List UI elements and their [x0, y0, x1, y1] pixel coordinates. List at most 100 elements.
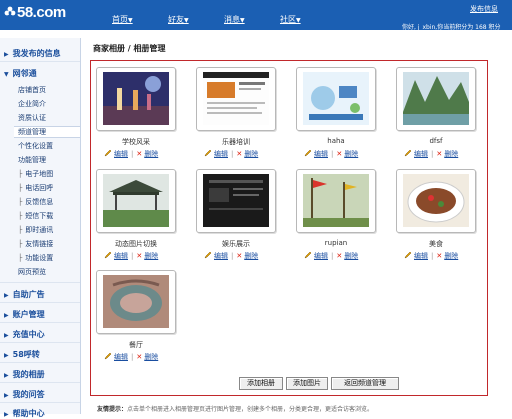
- sidebar-section-wanglintong[interactable]: ▼ 网邻通: [4, 68, 37, 79]
- album-title: haha: [327, 137, 345, 145]
- album-image: [403, 174, 469, 227]
- edit-link[interactable]: 编辑: [314, 252, 328, 260]
- breadcrumb: 商家相册 / 相册管理: [93, 44, 166, 53]
- sidebar-sub-im[interactable]: ├ 即时通讯: [18, 225, 53, 235]
- add-album-button[interactable]: 添加相册: [239, 377, 283, 390]
- arrow-right-icon: ▶: [4, 292, 9, 299]
- chevron-down-icon: ▼: [240, 17, 245, 24]
- edit-link[interactable]: 编辑: [214, 150, 228, 158]
- album-thumbnail[interactable]: [96, 270, 176, 334]
- arrow-right-icon: ▶: [4, 372, 9, 379]
- sidebar-section-my-album[interactable]: ▶ 我的相册: [4, 369, 45, 380]
- album-image: [303, 174, 369, 227]
- album-actions: 编辑 | ✕ 删除: [204, 149, 284, 159]
- site-logo[interactable]: 58.com: [4, 4, 66, 21]
- album-actions: 编辑 | ✕ 删除: [104, 352, 184, 362]
- sidebar-sub-map[interactable]: ├ 电子地图: [18, 169, 53, 179]
- sidebar-sub-feedback[interactable]: ├ 反馈信息: [18, 197, 53, 207]
- edit-link[interactable]: 编辑: [114, 252, 128, 260]
- divider: [0, 402, 80, 403]
- album-actions: 编辑 | ✕ 删除: [104, 251, 184, 261]
- delete-link[interactable]: 删除: [444, 252, 458, 260]
- delete-link[interactable]: 删除: [144, 353, 158, 361]
- album-thumbnail[interactable]: [396, 67, 476, 131]
- add-photo-button[interactable]: 添加图片: [286, 377, 328, 390]
- delete-icon: ✕: [236, 252, 243, 260]
- edit-link[interactable]: 编辑: [114, 353, 128, 361]
- album-thumbnail[interactable]: [96, 67, 176, 131]
- delete-link[interactable]: 删除: [344, 150, 358, 158]
- edit-link[interactable]: 编辑: [314, 150, 328, 158]
- arrow-right-icon: ▶: [4, 312, 9, 319]
- sidebar-item-qualification[interactable]: 资质认证: [18, 113, 46, 123]
- sidebar-section-my-posts[interactable]: ▶ 我发布的信息: [4, 48, 61, 59]
- nav-community[interactable]: 社区▼: [280, 14, 336, 25]
- sidebar-item-shop-home[interactable]: 店铺首页: [18, 85, 46, 95]
- sidebar-sub-callback[interactable]: ├ 电话回呼: [18, 183, 53, 193]
- nav-home[interactable]: 首页▼: [112, 14, 168, 25]
- pencil-icon: [304, 251, 312, 259]
- sidebar-item-functions[interactable]: 功能管理: [18, 155, 46, 165]
- sidebar-item-channel-management[interactable]: 频道管理: [14, 126, 80, 138]
- delete-link[interactable]: 删除: [444, 150, 458, 158]
- edit-link[interactable]: 编辑: [114, 150, 128, 158]
- arrow-right-icon: ▶: [4, 411, 9, 418]
- delete-link[interactable]: 删除: [244, 252, 258, 260]
- sidebar-sub-settings[interactable]: ├ 功能设置: [18, 253, 53, 263]
- arrow-right-icon: ▶: [4, 392, 9, 399]
- divider: [0, 342, 80, 343]
- album-title: 美食: [429, 240, 443, 248]
- divider: [0, 282, 80, 283]
- sidebar-section-my-qa[interactable]: ▶ 我的问答: [4, 389, 45, 400]
- album-actions: 编辑 | ✕ 删除: [104, 149, 184, 159]
- sidebar-sub-links[interactable]: ├ 友情链接: [18, 239, 53, 249]
- sidebar-item-company-intro[interactable]: 企业简介: [18, 99, 46, 109]
- sidebar-section-account[interactable]: ▶ 账户管理: [4, 309, 45, 320]
- sidebar-item-personalize[interactable]: 个性化设置: [18, 141, 53, 151]
- album-image: [303, 72, 369, 125]
- publish-link[interactable]: 发布信息: [470, 4, 498, 14]
- pencil-icon: [204, 251, 212, 259]
- divider: [0, 382, 80, 383]
- delete-link[interactable]: 删除: [144, 252, 158, 260]
- sidebar-section-ads[interactable]: ▶ 自助广告: [4, 289, 45, 300]
- sidebar-item-preview[interactable]: 网页预览: [18, 267, 46, 277]
- divider: [0, 61, 80, 62]
- album-actions: 编辑 | ✕ 删除: [304, 251, 384, 261]
- album-title: 乐器培训: [222, 138, 250, 146]
- album-title: 学校风采: [122, 138, 150, 146]
- arrow-right-icon: ▶: [4, 51, 9, 58]
- album-thumbnail[interactable]: [196, 67, 276, 131]
- edit-link[interactable]: 编辑: [414, 252, 428, 260]
- sidebar-sub-sms[interactable]: ├ 短信下载: [18, 211, 53, 221]
- album-thumbnail[interactable]: [96, 169, 176, 233]
- arrow-right-icon: ▶: [4, 332, 9, 339]
- album-actions: 编辑 | ✕ 删除: [404, 251, 484, 261]
- delete-link[interactable]: 删除: [244, 150, 258, 158]
- main-nav: 首页▼ 好友▼ 消息▼ 社区▼: [112, 14, 336, 25]
- back-to-channel-button[interactable]: 返回频道管理: [331, 377, 399, 390]
- album-thumbnail[interactable]: [296, 169, 376, 233]
- album-thumbnail[interactable]: [396, 169, 476, 233]
- sidebar-section-58-call[interactable]: ▶ 58呼转: [4, 349, 40, 360]
- album-image: [203, 174, 269, 227]
- delete-link[interactable]: 删除: [144, 150, 158, 158]
- divider: [0, 302, 80, 303]
- chevron-down-icon: ▼: [296, 17, 301, 24]
- pencil-icon: [204, 149, 212, 157]
- nav-messages[interactable]: 消息▼: [224, 14, 280, 25]
- pencil-icon: [404, 149, 412, 157]
- album-image: [103, 174, 169, 227]
- edit-link[interactable]: 编辑: [414, 150, 428, 158]
- delete-icon: ✕: [136, 252, 143, 260]
- friendly-tip: 友情提示：点击单个相册进入相册管理页进行图片管理，创建多个相册，分类更合理，更适…: [97, 404, 373, 413]
- edit-link[interactable]: 编辑: [214, 252, 228, 260]
- sidebar-section-recharge[interactable]: ▶ 充值中心: [4, 329, 45, 340]
- pencil-icon: [304, 149, 312, 157]
- logo-text: 58.com: [17, 4, 66, 21]
- album-thumbnail[interactable]: [196, 169, 276, 233]
- delete-link[interactable]: 删除: [344, 252, 358, 260]
- album-actions: 编辑 | ✕ 删除: [204, 251, 284, 261]
- album-thumbnail[interactable]: [296, 67, 376, 131]
- nav-friends[interactable]: 好友▼: [168, 14, 224, 25]
